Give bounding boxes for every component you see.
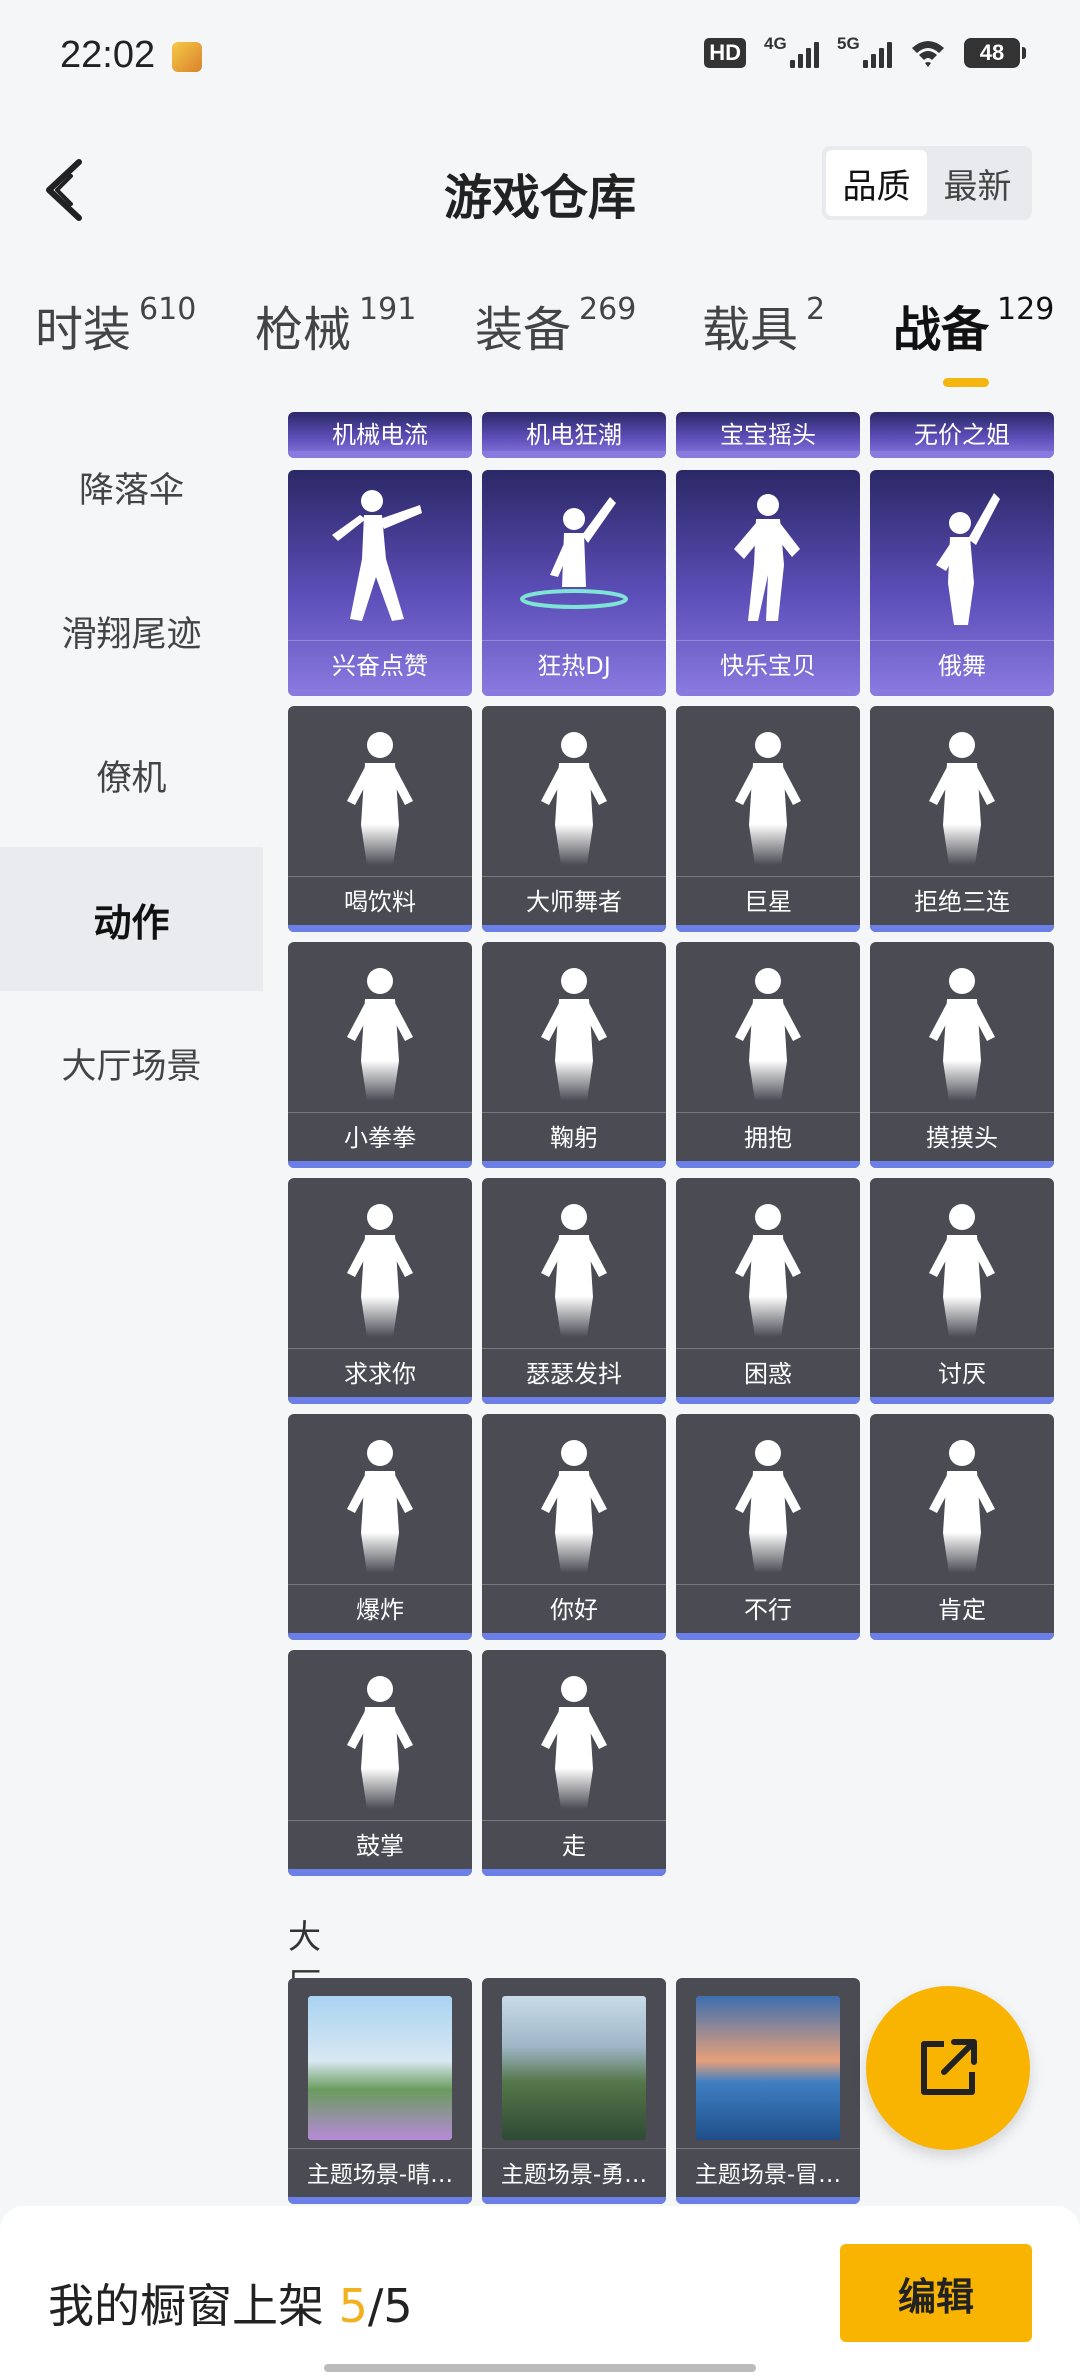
explode-icon — [288, 1414, 472, 1582]
happy-dance-icon — [676, 470, 860, 638]
master-dancer-icon — [482, 706, 666, 874]
emote-card[interactable]: 鞠躬 — [482, 942, 666, 1168]
emote-card[interactable]: 你好 — [482, 1414, 666, 1640]
scene-card[interactable]: 主题场景-勇… — [482, 1978, 666, 2204]
tab-vehicles[interactable]: 载具 2 — [702, 290, 825, 390]
emote-card[interactable]: 巨星 — [676, 706, 860, 932]
tab-equipment[interactable]: 装备 269 — [475, 290, 636, 390]
status-bar: 22:02 HD 4G 5G 48 — [0, 0, 1080, 110]
emote-card[interactable]: 不行 — [676, 1414, 860, 1640]
sidebar-item-emotes[interactable]: 动作 — [0, 847, 263, 991]
emote-card[interactable]: 困惑 — [676, 1178, 860, 1404]
yes-icon — [870, 1414, 1054, 1582]
showcase-current-count: 5 — [338, 2279, 368, 2333]
emote-card[interactable]: 爆炸 — [288, 1414, 472, 1640]
emote-card[interactable]: 鼓掌 — [288, 1650, 472, 1876]
pat-head-icon — [870, 942, 1054, 1110]
scene-card[interactable]: 主题场景-冒… — [676, 1978, 860, 2204]
emote-card[interactable]: 拒绝三连 — [870, 706, 1054, 932]
tab-firearms[interactable]: 枪械 191 — [255, 290, 416, 390]
hello-icon — [482, 1414, 666, 1582]
scene-card[interactable]: 主题场景-晴… — [288, 1978, 472, 2204]
emote-card[interactable]: 喝饮料 — [288, 706, 472, 932]
tiny-fist-icon — [288, 942, 472, 1110]
sort-toggle: 品质 最新 — [822, 146, 1032, 220]
clap-icon — [288, 1650, 472, 1818]
battery-icon: 48 — [964, 38, 1026, 68]
russian-dance-icon — [870, 470, 1054, 638]
sidebar: 降落伞 滑翔尾迹 僚机 动作 大厅场景 — [0, 415, 263, 2205]
sidebar-item-wingman[interactable]: 僚机 — [0, 703, 263, 847]
no-icon — [676, 1414, 860, 1582]
bottom-bar: 我的橱窗上架 5/5 编辑 — [0, 2206, 1080, 2376]
drink-icon — [288, 706, 472, 874]
sidebar-item-parachute[interactable]: 降落伞 — [0, 415, 263, 559]
share-fab[interactable] — [866, 1986, 1030, 2150]
signal-5g-icon: 5G — [837, 34, 892, 68]
external-link-icon — [921, 2039, 977, 2095]
showcase-status: 我的橱窗上架 5/5 — [48, 2279, 413, 2333]
emote-card[interactable]: 大师舞者 — [482, 706, 666, 932]
sidebar-item-lobby-scene[interactable]: 大厅场景 — [0, 991, 263, 1135]
emote-card[interactable]: 小拳拳 — [288, 942, 472, 1168]
signal-4g-icon: 4G — [764, 34, 819, 68]
bow-icon — [482, 942, 666, 1110]
clock: 22:02 — [60, 34, 156, 76]
emote-card[interactable]: 宝宝摇头 — [676, 412, 860, 458]
emote-card[interactable]: 快乐宝贝 — [676, 470, 860, 696]
emote-card[interactable]: 讨厌 — [870, 1178, 1054, 1404]
sidebar-item-glide-trail[interactable]: 滑翔尾迹 — [0, 559, 263, 703]
hug-icon — [676, 942, 860, 1110]
dislike-icon — [870, 1178, 1054, 1346]
emote-card[interactable]: 求求你 — [288, 1178, 472, 1404]
sort-quality-button[interactable]: 品质 — [826, 150, 927, 216]
shiver-icon — [482, 1178, 666, 1346]
emote-card[interactable]: 瑟瑟发抖 — [482, 1178, 666, 1404]
emote-card[interactable]: 兴奋点赞 — [288, 470, 472, 696]
emote-card[interactable]: 拥抱 — [676, 942, 860, 1168]
header: 游戏仓库 品质 最新 — [0, 110, 1080, 260]
emote-card[interactable]: 无价之姐 — [870, 412, 1054, 458]
confused-icon — [676, 1178, 860, 1346]
sort-newest-button[interactable]: 最新 — [927, 150, 1028, 216]
beg-icon — [288, 1178, 472, 1346]
scene-thumbnail — [502, 1996, 646, 2140]
item-grid-panel[interactable]: 机械电流 机电狂潮 宝宝摇头 无价之姐 兴奋点赞 狂热DJ 快乐宝贝 俄舞 喝饮… — [263, 412, 1080, 2207]
refuse-icon — [870, 706, 1054, 874]
app-notification-icon — [172, 42, 202, 72]
dj-dance-icon — [482, 470, 666, 638]
tab-battle-prep[interactable]: 战备 129 — [893, 290, 1054, 390]
status-icons: HD 4G 5G 48 — [704, 34, 1026, 68]
emote-card[interactable]: 肯定 — [870, 1414, 1054, 1640]
scene-thumbnail — [308, 1996, 452, 2140]
home-indicator[interactable] — [324, 2364, 756, 2372]
tab-fashion[interactable]: 时装 610 — [35, 290, 196, 390]
showcase-total-count: /5 — [367, 2279, 413, 2333]
emote-card[interactable]: 机电狂潮 — [482, 412, 666, 458]
emote-card[interactable]: 机械电流 — [288, 412, 472, 458]
hd-voice-icon: HD — [704, 38, 746, 68]
category-tabs: 时装 610 枪械 191 装备 269 载具 2 战备 129 — [0, 290, 1080, 410]
emote-card[interactable]: 狂热DJ — [482, 470, 666, 696]
thumbs-up-dance-icon — [288, 470, 472, 638]
edit-button[interactable]: 编辑 — [840, 2244, 1032, 2342]
emote-card[interactable]: 走 — [482, 1650, 666, 1876]
active-tab-indicator — [943, 378, 989, 387]
superstar-icon — [676, 706, 860, 874]
wifi-icon — [910, 38, 946, 68]
scene-thumbnail — [696, 1996, 840, 2140]
walk-icon — [482, 1650, 666, 1818]
emote-card[interactable]: 俄舞 — [870, 470, 1054, 696]
emote-card[interactable]: 摸摸头 — [870, 942, 1054, 1168]
